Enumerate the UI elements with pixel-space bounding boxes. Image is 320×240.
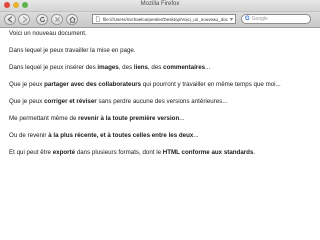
bold-text: commentaires <box>163 64 206 71</box>
url-text[interactable]: file:///Users/michaelcarpentier/Desktop/… <box>103 17 228 22</box>
document-paragraph: Que je peux partager avec des collaborat… <box>9 80 311 89</box>
forward-button[interactable] <box>18 14 30 25</box>
bold-text: à la plus récente, et à toutes celles en… <box>48 132 194 139</box>
bold-text: HTML conforme aux standards <box>162 149 254 156</box>
browser-window: Mozilla Firefox file:///Users/michaelcar… <box>0 0 320 240</box>
home-icon <box>68 16 76 23</box>
search-box[interactable]: G Google <box>241 14 311 24</box>
bold-text: exporté <box>52 149 76 156</box>
bold-text: liens <box>133 64 148 71</box>
search-engine-icon[interactable]: G <box>245 16 250 22</box>
text-run: ... <box>179 115 185 122</box>
text-run: Et qui peut être <box>9 149 53 156</box>
reload-icon <box>39 16 45 23</box>
file-icon <box>95 16 101 22</box>
search-placeholder[interactable]: Google <box>252 16 268 22</box>
stop-button[interactable] <box>51 14 63 25</box>
title-bar: Mozilla Firefox <box>0 0 320 12</box>
document-paragraph: Voici un nouveau document. <box>9 29 311 38</box>
text-run: Ou de revenir <box>9 132 49 139</box>
document-paragraph: Me permettant même de revenir à la toute… <box>9 114 311 123</box>
bold-text: corriger et réviser <box>44 98 97 105</box>
window-title: Mozilla Firefox <box>140 1 180 7</box>
text-run: ... <box>193 132 199 139</box>
text-run: . <box>253 149 256 156</box>
document-paragraph: Que je peux corriger et réviser sans per… <box>9 97 311 106</box>
text-run: qui pourront y travailler en même temps … <box>141 81 281 88</box>
text-run: Voici un nouveau document. <box>9 30 87 37</box>
text-run: Que je peux <box>9 98 45 105</box>
text-run: Me permettant même de <box>9 115 79 122</box>
text-run: , des <box>118 64 134 71</box>
text-run: Que je peux <box>9 81 45 88</box>
document-paragraph: Dans lequel je peux travailler la mise e… <box>9 46 311 55</box>
back-arrow-icon <box>7 16 12 23</box>
text-run: dans plusieurs formats, dont le <box>75 149 163 156</box>
bold-text: partager avec des collaborateurs <box>44 81 142 88</box>
text-run: ... <box>205 64 211 71</box>
reload-button[interactable] <box>36 14 48 25</box>
stop-icon <box>54 17 60 22</box>
text-run: , des <box>147 64 164 71</box>
url-bar[interactable]: file:///Users/michaelcarpentier/Desktop/… <box>92 14 236 24</box>
navigation-toolbar: file:///Users/michaelcarpentier/Desktop/… <box>0 12 320 28</box>
document-paragraph: Et qui peut être exporté dans plusieurs … <box>9 148 311 157</box>
bold-text: images <box>97 64 119 71</box>
page-content: Voici un nouveau document. Dans lequel je… <box>0 27 320 240</box>
back-button[interactable] <box>4 14 16 25</box>
document-paragraph: Ou de revenir à la plus récente, et à to… <box>9 131 311 140</box>
bold-text: revenir à la toute première version <box>78 115 180 122</box>
document-paragraph: Dans lequel je peux insérer des images, … <box>9 63 311 72</box>
text-run: Dans lequel je peux travailler la mise e… <box>9 47 136 54</box>
home-button[interactable] <box>66 14 78 25</box>
text-run: Dans lequel je peux insérer des <box>9 64 98 71</box>
dropdown-arrow-icon[interactable]: ▾ <box>230 16 233 23</box>
text-run: sans perdre aucune des versions antérieu… <box>96 98 228 105</box>
forward-arrow-icon <box>22 16 27 23</box>
